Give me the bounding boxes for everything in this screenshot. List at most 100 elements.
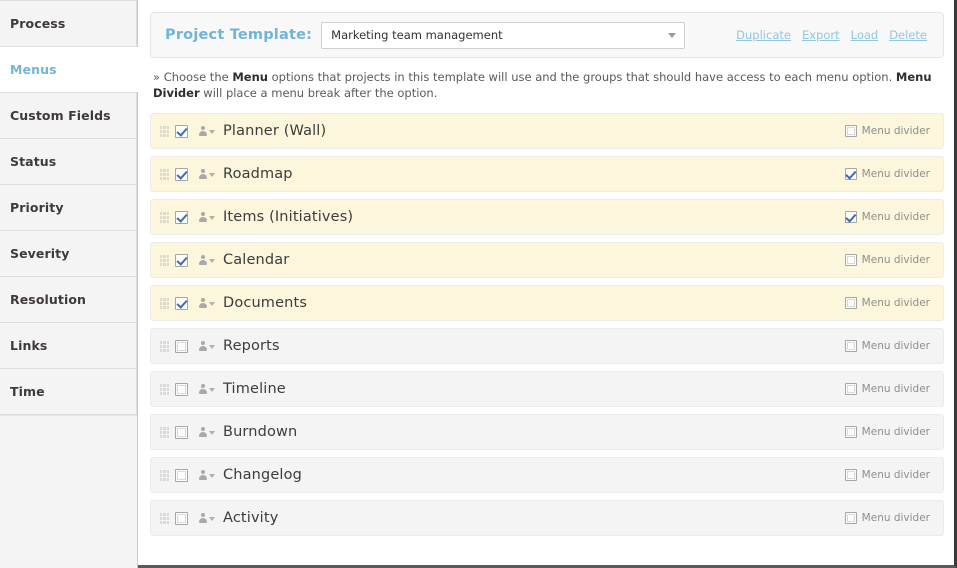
drag-handle-icon[interactable]: [160, 297, 169, 309]
menu-divider-checkbox[interactable]: [844, 211, 857, 223]
menu-enabled-checkbox[interactable]: [175, 124, 188, 138]
menu-row-timeline[interactable]: Timeline Menu divider: [150, 371, 944, 407]
load-link[interactable]: Load: [851, 28, 879, 42]
menu-divider-checkbox[interactable]: [844, 469, 857, 481]
person-icon: [198, 297, 207, 309]
sidebar-item-label: Resolution: [10, 292, 87, 307]
menu-divider-checkbox[interactable]: [844, 383, 857, 395]
sidebar-item-severity[interactable]: Severity: [0, 230, 137, 277]
person-icon: [198, 383, 207, 395]
drag-handle-icon[interactable]: [160, 125, 169, 137]
menu-enabled-checkbox[interactable]: [175, 382, 188, 396]
menu-row-calendar[interactable]: Calendar Menu divider: [150, 242, 944, 278]
sidebar-item-process[interactable]: Process: [0, 0, 137, 47]
sidebar-item-time[interactable]: Time: [0, 368, 137, 415]
settings-sidebar: Process Menus Custom Fields Status Priority S…: [0, 0, 139, 568]
drag-handle-icon[interactable]: [160, 383, 169, 395]
group-access-dropdown[interactable]: [198, 469, 215, 481]
delete-link[interactable]: Delete: [889, 28, 927, 42]
menu-divider-group[interactable]: Menu divider: [844, 469, 935, 481]
drag-handle-icon[interactable]: [160, 168, 169, 180]
sidebar-item-menus[interactable]: Menus: [0, 46, 139, 93]
duplicate-link[interactable]: Duplicate: [736, 28, 791, 42]
menu-divider-group[interactable]: Menu divider: [844, 211, 935, 223]
menu-divider-group[interactable]: Menu divider: [844, 297, 935, 309]
menu-divider-group[interactable]: Menu divider: [844, 125, 935, 137]
menu-enabled-checkbox[interactable]: [175, 468, 188, 482]
menu-row-label: Reports: [223, 338, 280, 354]
sidebar-item-status[interactable]: Status: [0, 138, 137, 185]
menu-divider-group[interactable]: Menu divider: [844, 254, 935, 266]
menu-divider-checkbox[interactable]: [844, 340, 857, 352]
group-access-dropdown[interactable]: [198, 512, 215, 524]
menu-divider-label: Menu divider: [861, 469, 930, 481]
sidebar-item-links[interactable]: Links: [0, 322, 137, 369]
menus-panel: Project Template: Marketing team managem…: [138, 0, 954, 565]
sidebar-item-label: Status: [10, 154, 57, 169]
drag-handle-icon[interactable]: [160, 512, 169, 524]
menu-enabled-checkbox[interactable]: [175, 167, 188, 181]
menu-divider-group[interactable]: Menu divider: [844, 168, 935, 180]
sidebar-item-priority[interactable]: Priority: [0, 184, 137, 231]
export-link[interactable]: Export: [802, 28, 840, 42]
menu-divider-checkbox[interactable]: [844, 426, 857, 438]
group-access-dropdown[interactable]: [198, 297, 215, 309]
menu-divider-label: Menu divider: [861, 512, 930, 524]
menu-enabled-checkbox[interactable]: [175, 210, 188, 224]
menu-row-burndown[interactable]: Burndown Menu divider: [150, 414, 944, 450]
sidebar-item-label: Menus: [10, 62, 57, 77]
menu-row-activity[interactable]: Activity Menu divider: [150, 500, 944, 536]
menu-divider-checkbox[interactable]: [844, 125, 857, 137]
menu-row-label: Items (Initiatives): [223, 209, 354, 225]
drag-handle-icon[interactable]: [160, 211, 169, 223]
sidebar-item-label: Links: [10, 338, 48, 353]
chevron-down-icon: [209, 345, 215, 349]
menu-divider-group[interactable]: Menu divider: [844, 383, 935, 395]
drag-handle-icon[interactable]: [160, 340, 169, 352]
menu-divider-checkbox[interactable]: [844, 297, 857, 309]
menu-enabled-checkbox[interactable]: [175, 253, 188, 267]
menu-row-items-initiatives[interactable]: Items (Initiatives) Menu divider: [150, 199, 944, 235]
group-access-dropdown[interactable]: [198, 125, 215, 137]
drag-handle-icon[interactable]: [160, 426, 169, 438]
menu-enabled-checkbox[interactable]: [175, 339, 188, 353]
drag-handle-icon[interactable]: [160, 254, 169, 266]
group-access-dropdown[interactable]: [198, 168, 215, 180]
sidebar-item-custom-fields[interactable]: Custom Fields: [0, 92, 137, 139]
menu-row-label: Calendar: [223, 252, 290, 268]
menu-divider-group[interactable]: Menu divider: [844, 426, 935, 438]
menu-divider-label: Menu divider: [861, 211, 930, 223]
menu-divider-checkbox[interactable]: [844, 254, 857, 266]
menu-enabled-checkbox[interactable]: [175, 296, 188, 310]
menu-row-reports[interactable]: Reports Menu divider: [150, 328, 944, 364]
group-access-dropdown[interactable]: [198, 254, 215, 266]
menu-row-planner-wall[interactable]: Planner (Wall) Menu divider: [150, 113, 944, 149]
menu-enabled-checkbox[interactable]: [175, 425, 188, 439]
sidebar-item-label: Custom Fields: [10, 108, 111, 123]
menu-divider-checkbox[interactable]: [844, 512, 857, 524]
helper-suffix: will place a menu break after the option…: [199, 86, 438, 100]
project-template-select[interactable]: Marketing team management: [321, 21, 686, 49]
person-icon: [198, 340, 207, 352]
menu-row-changelog[interactable]: Changelog Menu divider: [150, 457, 944, 493]
menu-divider-label: Menu divider: [861, 426, 930, 438]
helper-prefix: » Choose the: [153, 70, 233, 84]
project-template-bar: Project Template: Marketing team managem…: [150, 12, 944, 58]
group-access-dropdown[interactable]: [198, 211, 215, 223]
group-access-dropdown[interactable]: [198, 340, 215, 352]
sidebar-item-resolution[interactable]: Resolution: [0, 276, 137, 323]
menu-row-label: Documents: [223, 295, 308, 311]
menu-row-roadmap[interactable]: Roadmap Menu divider: [150, 156, 944, 192]
menu-divider-checkbox[interactable]: [844, 168, 857, 180]
menu-divider-group[interactable]: Menu divider: [844, 512, 935, 524]
menu-row-documents[interactable]: Documents Menu divider: [150, 285, 944, 321]
helper-mid: options that projects in this template w…: [267, 70, 896, 84]
sidebar-item-label: Time: [10, 384, 45, 399]
group-access-dropdown[interactable]: [198, 426, 215, 438]
menu-row-label: Activity: [223, 510, 279, 526]
group-access-dropdown[interactable]: [198, 383, 215, 395]
menu-divider-label: Menu divider: [861, 297, 930, 309]
drag-handle-icon[interactable]: [160, 469, 169, 481]
menu-enabled-checkbox[interactable]: [175, 511, 188, 525]
menu-divider-group[interactable]: Menu divider: [844, 340, 935, 352]
